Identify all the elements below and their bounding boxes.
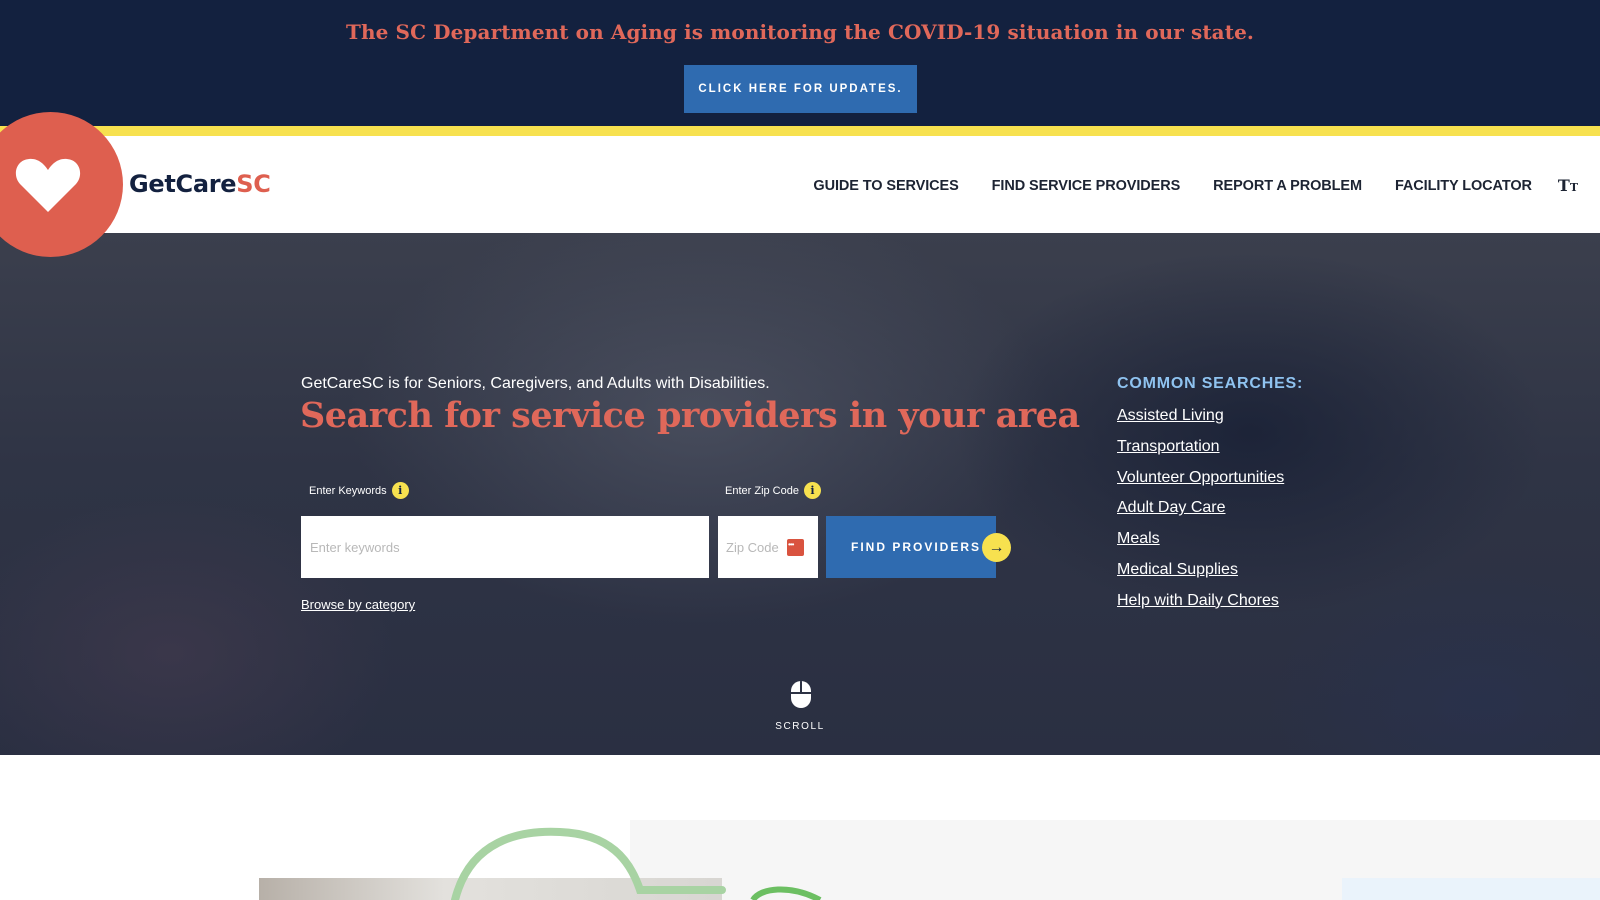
arrow-right-icon[interactable]: → [982,533,1011,562]
common-search-link[interactable]: Help with Daily Chores [1117,586,1284,617]
common-search-link[interactable]: Assisted Living [1117,401,1284,432]
mouse-scroll-icon[interactable] [791,681,811,708]
yellow-divider [0,126,1600,136]
common-search-link[interactable]: Volunteer Opportunities [1117,463,1284,494]
logo-text-accent: SC [236,170,271,198]
hero-title: Search for service providers in your are… [300,395,1080,436]
covid-alert-message: The SC Department on Aging is monitoring… [346,20,1254,44]
common-search-label[interactable]: Transportation [1117,438,1220,455]
covid-updates-button[interactable]: CLICK HERE FOR UPDATES. [684,65,917,113]
decorative-curve [451,827,822,900]
covid-alert-banner: The SC Department on Aging is monitoring… [0,0,1600,126]
keywords-label-text: Enter Keywords [309,484,387,497]
info-icon[interactable]: i [803,482,821,499]
common-search-link[interactable]: Transportation [1117,432,1284,463]
zip-autofill-icon[interactable] [787,539,804,556]
hero-tagline: GetCareSC is for Seniors, Caregivers, an… [301,375,770,392]
common-search-link[interactable]: Medical Supplies [1117,555,1284,586]
common-search-link[interactable]: Adult Day Care [1117,493,1284,524]
hero-search-section: GetCareSC is for Seniors, Caregivers, an… [0,233,1600,755]
nav-guide-to-services[interactable]: GUIDE TO SERVICES [813,178,958,194]
common-search-label[interactable]: Adult Day Care [1117,499,1226,516]
text-size-icon[interactable]: TT [1558,176,1578,195]
common-searches-heading: COMMON SEARCHES: [1117,375,1304,392]
heart-icon [15,158,81,212]
common-search-link[interactable]: Meals [1117,524,1284,555]
main-nav: GUIDE TO SERVICES FIND SERVICE PROVIDERS… [780,176,1578,195]
common-search-label[interactable]: Volunteer Opportunities [1117,469,1284,486]
nav-facility-locator[interactable]: FACILITY LOCATOR [1395,178,1532,194]
scroll-label: SCROLL [775,721,825,732]
zip-field-wrapper [718,516,818,578]
find-providers-button[interactable]: FIND PROVIDERS [826,516,996,578]
zip-label-text: Enter Zip Code [725,484,799,497]
keywords-input[interactable] [301,516,709,578]
keywords-label: Enter Keywords i [309,482,409,499]
nav-report-a-problem[interactable]: REPORT A PROBLEM [1213,178,1362,194]
common-searches-list: Assisted Living Transportation Volunteer… [1117,401,1284,617]
common-search-label[interactable]: Meals [1117,530,1160,547]
site-logo-text[interactable]: GetCareSC [129,170,271,198]
common-search-label[interactable]: Help with Daily Chores [1117,592,1279,609]
info-icon[interactable]: i [391,482,409,499]
common-search-label[interactable]: Assisted Living [1117,407,1224,424]
browse-by-category-link[interactable]: Browse by category [301,597,415,612]
zip-label: Enter Zip Code i [725,482,821,499]
logo-text-main: GetCare [129,170,237,198]
nav-find-service-providers[interactable]: FIND SERVICE PROVIDERS [992,178,1181,194]
common-search-label[interactable]: Medical Supplies [1117,561,1238,578]
